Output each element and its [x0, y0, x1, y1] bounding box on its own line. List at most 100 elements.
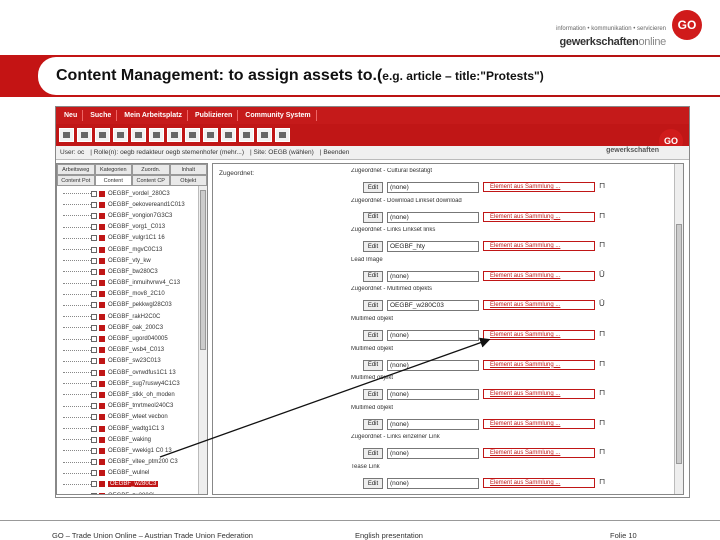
properties-icon[interactable]: [167, 128, 182, 142]
tree-item[interactable]: OEGBF_inmuihvrwv4_C13: [57, 278, 199, 289]
tree-item[interactable]: OEGBF_sug7ruswy4C1C3: [57, 378, 199, 389]
info-site[interactable]: | Site: OEGB (wählen): [250, 149, 314, 156]
tree-item[interactable]: OEGBF_tmrtmeol240C3: [57, 401, 199, 412]
tree-item[interactable]: OEGBF_stkk_oh_moden: [57, 389, 199, 400]
remove-assignment-icon[interactable]: Ü: [599, 270, 605, 279]
tree-item[interactable]: OEGBF_vorg1_C013: [57, 222, 199, 233]
tree-item[interactable]: OEGBF_ugord040005: [57, 333, 199, 344]
expand-icon[interactable]: [91, 246, 97, 253]
menu-item-publish[interactable]: Publizieren: [190, 110, 239, 121]
save-icon[interactable]: [59, 128, 74, 142]
tree-tab[interactable]: Content Pot: [57, 175, 95, 186]
move-icon[interactable]: [257, 128, 272, 142]
pick-from-collection-link[interactable]: Element aus Sammlung ...: [483, 418, 595, 429]
menu-item-search[interactable]: Suche: [85, 110, 118, 121]
remove-assignment-icon[interactable]: ⊓: [599, 359, 605, 368]
pick-from-collection-link[interactable]: Element aus Sammlung ...: [483, 241, 595, 252]
expand-icon[interactable]: [91, 492, 97, 494]
unpublish-icon[interactable]: [203, 128, 218, 142]
info-roles[interactable]: | Rolle(n): oegb redakteur oegb stemenho…: [90, 149, 244, 156]
pick-from-collection-link[interactable]: Element aus Sammlung ...: [483, 300, 595, 311]
tree-item[interactable]: OEGBF_vitee_ptm200 C3: [57, 457, 199, 468]
asset-value-field[interactable]: (none): [387, 330, 479, 341]
expand-icon[interactable]: [91, 459, 97, 466]
expand-icon[interactable]: [91, 336, 97, 343]
publish-icon[interactable]: [185, 128, 200, 142]
expand-icon[interactable]: [91, 347, 97, 354]
asset-value-field[interactable]: (none): [387, 448, 479, 460]
asset-value-field[interactable]: (none): [387, 182, 479, 193]
expand-icon[interactable]: [91, 470, 97, 477]
expand-icon[interactable]: [91, 403, 97, 410]
asset-value-field[interactable]: (none): [387, 478, 479, 489]
edit-button[interactable]: Edit: [363, 182, 383, 193]
edit-button[interactable]: Edit: [363, 359, 383, 371]
remove-assignment-icon[interactable]: ⊓: [599, 477, 605, 486]
tree-item[interactable]: OEGBF_ovrwdfus1C1 13: [57, 367, 199, 378]
expand-icon[interactable]: [91, 235, 97, 242]
remove-assignment-icon[interactable]: ⊓: [599, 240, 605, 249]
edit-button[interactable]: Edit: [363, 241, 383, 253]
expand-icon[interactable]: [91, 324, 97, 331]
expand-icon[interactable]: [91, 391, 97, 398]
menu-item-workspace[interactable]: Mein Arbeitsplatz: [119, 110, 188, 121]
pick-from-collection-link[interactable]: Element aus Sammlung ...: [483, 448, 595, 459]
tree-tab[interactable]: Zuordn.: [132, 164, 170, 175]
form-scrollbar[interactable]: [674, 164, 683, 494]
expand-icon[interactable]: [91, 369, 97, 376]
expand-icon[interactable]: [91, 358, 97, 365]
tree-item[interactable]: OEGBF_wsb4_C013: [57, 345, 199, 356]
expand-icon[interactable]: [91, 268, 97, 275]
edit-button[interactable]: Edit: [363, 389, 383, 401]
asset-value-field[interactable]: (none): [387, 389, 479, 401]
pick-from-collection-link[interactable]: Element aus Sammlung ...: [483, 478, 595, 488]
delete-icon[interactable]: [113, 128, 128, 142]
tree-item[interactable]: OEGBF_zu280Ci: [57, 490, 199, 494]
edit-button[interactable]: Edit: [363, 270, 383, 282]
edit-button[interactable]: Edit: [363, 478, 383, 489]
tree-tab[interactable]: Kategorien: [94, 164, 132, 175]
tree-tab[interactable]: Objekt: [169, 175, 207, 186]
tree-item[interactable]: OEGBF_mov8_2C10: [57, 289, 199, 300]
tree-item[interactable]: OEGBF_oekovereand1C013: [57, 199, 199, 210]
tree-item-selected[interactable]: OEGBF_w280C3: [57, 479, 199, 490]
expand-icon[interactable]: [91, 257, 97, 264]
asset-value-field[interactable]: (none): [387, 418, 479, 430]
tree-item[interactable]: OEGBF_vwekig1 C0 13: [57, 445, 199, 456]
form-scroll-thumb[interactable]: [676, 224, 682, 464]
tree-item[interactable]: OEGBF_oak_200C3: [57, 322, 199, 333]
preview-icon[interactable]: [131, 128, 146, 142]
pick-from-collection-link[interactable]: Element aus Sammlung ...: [483, 211, 595, 222]
remove-assignment-icon[interactable]: Ü: [599, 299, 605, 308]
remove-assignment-icon[interactable]: ⊓: [599, 181, 605, 190]
menu-item-new[interactable]: Neu: [59, 110, 84, 121]
tree-tab[interactable]: Arbeitsweg: [57, 164, 95, 175]
print-icon[interactable]: [149, 128, 164, 142]
tree-item[interactable]: OEGBF_bw280C3: [57, 266, 199, 277]
lock-icon[interactable]: [221, 128, 236, 142]
edit-button[interactable]: Edit: [363, 300, 383, 312]
expand-icon[interactable]: [91, 291, 97, 298]
edit-button[interactable]: Edit: [363, 448, 383, 460]
tree-item[interactable]: OEGBF_wulnel: [57, 468, 199, 479]
pick-from-collection-link[interactable]: Element aus Sammlung ...: [483, 182, 595, 192]
remove-assignment-icon[interactable]: ⊓: [599, 447, 605, 456]
info-logout[interactable]: | Beenden: [320, 149, 350, 156]
tree-item[interactable]: OEGBF_vordel_280C3: [57, 188, 199, 199]
tree-item[interactable]: OEGBF_waking: [57, 434, 199, 445]
expand-icon[interactable]: [91, 425, 97, 432]
tree-item[interactable]: OEGBF_rakH2C0C: [57, 311, 199, 322]
expand-icon[interactable]: [91, 481, 97, 488]
remove-assignment-icon[interactable]: ⊓: [599, 329, 605, 338]
remove-assignment-icon[interactable]: ⊓: [599, 211, 605, 220]
asset-value-field[interactable]: (none): [387, 359, 479, 371]
expand-icon[interactable]: [91, 212, 97, 219]
expand-icon[interactable]: [91, 313, 97, 320]
tree-scroll-thumb[interactable]: [200, 190, 206, 350]
expand-icon[interactable]: [91, 280, 97, 287]
asset-value-field[interactable]: OEGBF_hty: [387, 241, 479, 253]
pick-from-collection-link[interactable]: Element aus Sammlung ...: [483, 389, 595, 400]
menu-item-community[interactable]: Community System: [240, 110, 317, 121]
tree-tab[interactable]: Content CP: [132, 175, 170, 186]
history-icon[interactable]: [275, 128, 290, 142]
